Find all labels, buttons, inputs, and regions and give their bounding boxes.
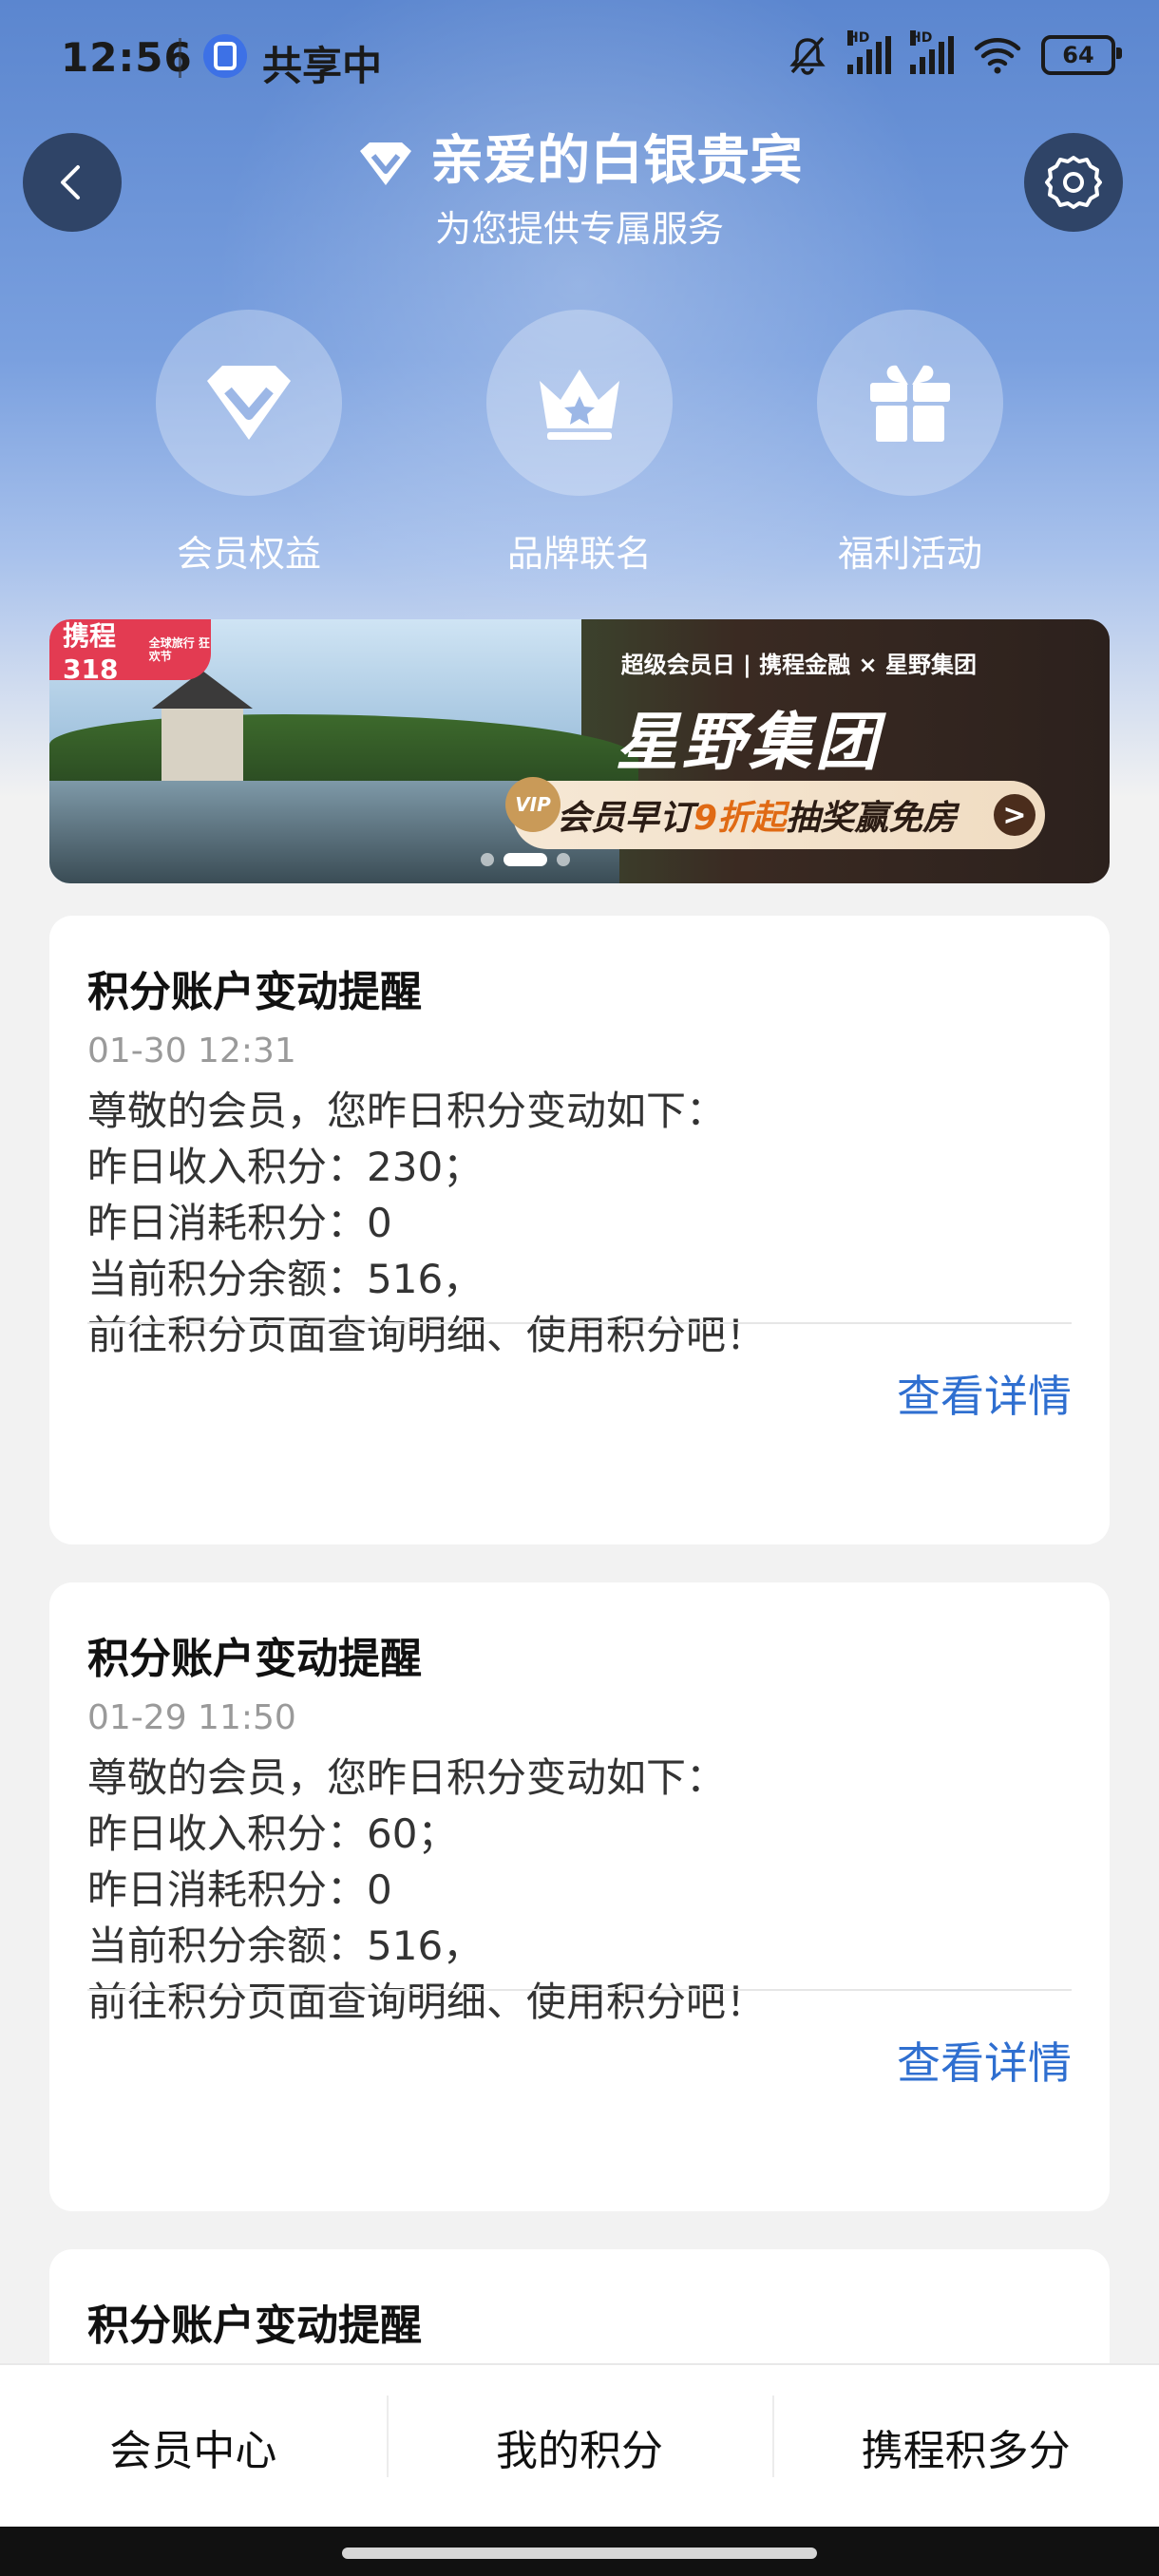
screen-share-icon — [203, 34, 247, 78]
card-line: 昨日消耗积分：0 — [87, 1866, 392, 1913]
card-line: 当前积分余额：516， — [87, 1923, 484, 1969]
tab-my-points[interactable]: 我的积分 — [386, 2365, 773, 2529]
system-nav-bar — [0, 2527, 1159, 2576]
diamond-icon — [207, 366, 291, 440]
card-line: 前往积分页面查询明细、使用积分吧！ — [87, 1312, 767, 1358]
card-title: 积分账户变动提醒 — [87, 1635, 422, 1683]
pagination-dot[interactable] — [481, 853, 494, 866]
hd-label: HD — [847, 30, 870, 46]
status-separator — [179, 38, 181, 78]
card-divider — [87, 1322, 1072, 1324]
battery-icon: 64 — [1041, 35, 1122, 75]
card-line: 尊敬的会员，您昨日积分变动如下： — [87, 1088, 727, 1134]
card-line: 昨日收入积分：60； — [87, 1810, 458, 1857]
page-title-text: 亲爱的白银贵宾 — [430, 130, 803, 192]
promo-highlight: 9折起 — [694, 799, 787, 838]
view-details-link[interactable]: 查看详情 — [897, 1362, 1072, 1425]
tab-member-center[interactable]: 会员中心 — [0, 2365, 387, 2529]
feature-label: 福利活动 — [837, 533, 982, 575]
feature-icon-circle — [486, 310, 673, 496]
crown-icon — [540, 369, 619, 440]
card-divider — [87, 1989, 1072, 1991]
bottom-tab-bar: 会员中心 我的积分 携程积多分 — [0, 2363, 1159, 2529]
feature-member-benefits[interactable]: 会员权益 — [106, 310, 391, 577]
feature-icon-circle — [817, 310, 1003, 496]
banner-building — [152, 671, 253, 786]
page-subtitle: 为您提供专属服务 — [434, 208, 724, 250]
signal-icon-2: HD — [910, 30, 954, 74]
banner-pagination — [481, 853, 570, 866]
tab-ctrip-points[interactable]: 携程积多分 — [772, 2365, 1159, 2529]
pagination-dot[interactable] — [557, 853, 570, 866]
feature-icon-circle — [156, 310, 342, 496]
arrow-right-icon: > — [994, 794, 1036, 836]
wifi-icon — [974, 38, 1021, 74]
banner-tag: 携程318 全球旅行 狂欢节 — [49, 619, 211, 685]
hd-label-2: HD — [910, 30, 933, 46]
feature-welfare-activities[interactable]: 福利活动 — [768, 310, 1053, 577]
feature-brand-collab[interactable]: 品牌联名 — [437, 310, 722, 577]
card-body: 尊敬的会员，您昨日积分变动如下： 昨日收入积分：60； 昨日消耗积分：0 当前积… — [87, 1750, 766, 2030]
bell-muted-icon — [789, 36, 826, 75]
signal-icon: HD — [847, 30, 891, 74]
notification-card: 积分账户变动提醒 01-30 12:31 尊敬的会员，您昨日积分变动如下： 昨日… — [49, 916, 1110, 1544]
share-status-text: 共享中 — [262, 43, 383, 89]
card-title: 积分账户变动提醒 — [87, 2301, 422, 2350]
notification-card: 积分账户变动提醒 01-29 11:50 尊敬的会员，您昨日积分变动如下： 昨日… — [49, 1582, 1110, 2211]
card-time: 01-29 11:50 — [87, 1698, 296, 1737]
page-title: 亲爱的白银贵宾 — [0, 118, 1159, 195]
status-right-icons: HD HD 64 — [787, 30, 1122, 76]
banner-promo-pill[interactable]: VIP 会员早订 9折起 抽奖赢免房 > — [505, 777, 1045, 849]
card-line: 尊敬的会员，您昨日积分变动如下： — [87, 1754, 727, 1801]
pagination-dot-active[interactable] — [504, 853, 547, 866]
promo-banner[interactable]: 携程318 全球旅行 狂欢节 超级会员日 | 携程金融 × 星野集团 星野集团 … — [49, 619, 1110, 883]
status-time: 12:56 — [61, 34, 193, 81]
view-details-link[interactable]: 查看详情 — [897, 2029, 1072, 2092]
card-line: 当前积分余额：516， — [87, 1256, 484, 1302]
banner-tag-text: 携程318 — [63, 619, 119, 685]
banner-top-line: 超级会员日 | 携程金融 × 星野集团 — [620, 652, 977, 678]
settings-button[interactable] — [1024, 133, 1123, 232]
card-line: 昨日收入积分：230； — [87, 1144, 484, 1190]
card-body: 尊敬的会员，您昨日积分变动如下： 昨日收入积分：230； 昨日消耗积分：0 当前… — [87, 1083, 766, 1363]
vip-badge: VIP — [505, 777, 560, 832]
card-title: 积分账户变动提醒 — [87, 968, 422, 1016]
gift-icon — [870, 365, 950, 442]
promo-suffix: 抽奖赢免房 — [786, 799, 958, 838]
banner-tag-sub: 全球旅行 狂欢节 — [148, 636, 210, 663]
gear-icon — [1045, 156, 1102, 209]
card-line: 昨日消耗积分：0 — [87, 1200, 392, 1246]
card-time: 01-30 12:31 — [87, 1032, 296, 1070]
diamond-icon — [360, 142, 411, 185]
status-bar: 12:56 共享中 HD HD 64 — [0, 0, 1159, 114]
promo-prefix: 会员早订 — [557, 799, 694, 838]
home-gesture-handle[interactable] — [342, 2548, 817, 2559]
feature-label: 品牌联名 — [506, 533, 652, 575]
card-line: 前往积分页面查询明细、使用积分吧！ — [87, 1979, 767, 2025]
feature-label: 会员权益 — [176, 533, 321, 575]
banner-brand: 星野集团 — [616, 706, 882, 779]
